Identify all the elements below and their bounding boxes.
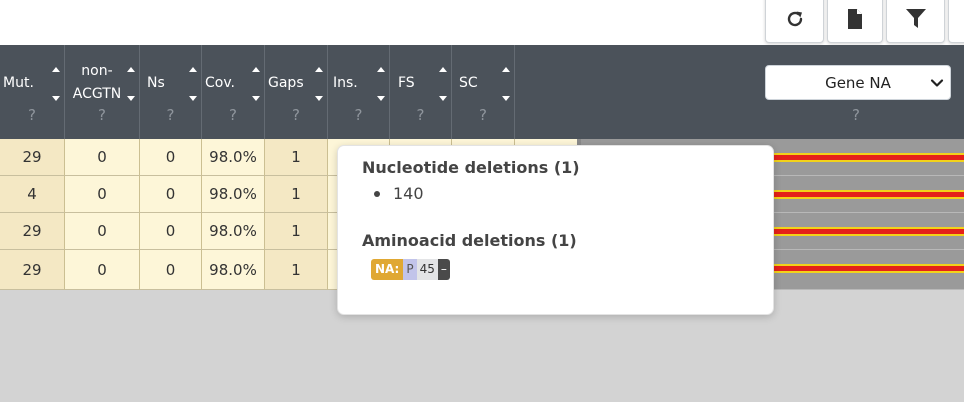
- column-label-line2: ACGTN: [72, 86, 122, 102]
- badge-position: 45: [416, 259, 438, 280]
- sort-descending-icon[interactable]: [315, 96, 323, 101]
- sort-ascending-icon[interactable]: [52, 67, 60, 72]
- deletions-popover: Nucleotide deletions (1) 140 Aminoacid d…: [337, 145, 774, 315]
- column-help[interactable]: ?: [390, 106, 451, 124]
- sort-ascending-icon[interactable]: [189, 67, 197, 72]
- sort-ascending-icon[interactable]: [315, 67, 323, 72]
- sort-descending-icon[interactable]: [127, 96, 135, 101]
- column-help[interactable]: ?: [65, 106, 139, 124]
- column-header-fs[interactable]: FS ?: [390, 45, 452, 139]
- aminoacid-deletions-title: Aminoacid deletions (1): [362, 231, 577, 250]
- sort-ascending-icon[interactable]: [439, 67, 447, 72]
- cell-mut: 29: [0, 213, 65, 250]
- sort-descending-icon[interactable]: [252, 96, 260, 101]
- cell-non-acgtn: 0: [65, 213, 140, 250]
- sort-descending-icon[interactable]: [439, 96, 447, 101]
- gene-select[interactable]: Gene NA: [765, 65, 951, 100]
- column-header-ns[interactable]: Ns ?: [140, 45, 202, 139]
- column-header-ins[interactable]: Ins. ?: [328, 45, 390, 139]
- cell-ns: 0: [140, 250, 202, 290]
- column-help[interactable]: ?: [265, 106, 327, 124]
- cell-cov: 98.0%: [202, 176, 265, 213]
- badge-ref-aa: P: [403, 259, 417, 280]
- filter-button[interactable]: [886, 0, 945, 43]
- column-header-non-acgtn[interactable]: non- ACGTN ?: [65, 45, 140, 139]
- cell-cov: 98.0%: [202, 139, 265, 176]
- aminoacid-deletion-badge: NA: P 45 –: [371, 259, 450, 280]
- sort-descending-icon[interactable]: [52, 96, 60, 101]
- column-help[interactable]: ?: [0, 106, 64, 124]
- column-header-sc[interactable]: SC ?: [452, 45, 515, 139]
- badge-gene: NA:: [371, 259, 404, 280]
- column-help[interactable]: ?: [140, 106, 201, 124]
- cell-gaps: 1: [265, 250, 328, 290]
- gene-select-value: Gene NA: [825, 73, 891, 92]
- table-header: Mut. ? non- ACGTN ? Ns ? Cov. ? Gaps ? In…: [0, 45, 964, 139]
- nucleotide-deletion-position: 140: [393, 184, 424, 203]
- cell-mut: 29: [0, 139, 65, 176]
- sort-descending-icon[interactable]: [502, 96, 510, 101]
- nucleotide-deletions-title: Nucleotide deletions (1): [362, 158, 580, 177]
- top-toolbar: [0, 0, 964, 45]
- file-icon: [848, 8, 862, 29]
- export-file-button[interactable]: [827, 0, 883, 43]
- cell-mut: 4: [0, 176, 65, 213]
- sort-ascending-icon[interactable]: [502, 67, 510, 72]
- cell-gaps: 1: [265, 139, 328, 176]
- cell-cov: 98.0%: [202, 250, 265, 290]
- sort-ascending-icon[interactable]: [252, 67, 260, 72]
- refresh-icon: [787, 11, 802, 26]
- sort-ascending-icon[interactable]: [127, 67, 135, 72]
- cell-non-acgtn: 0: [65, 250, 140, 290]
- column-header-cov[interactable]: Cov. ?: [202, 45, 265, 139]
- sort-ascending-icon[interactable]: [377, 67, 385, 72]
- cell-gaps: 1: [265, 213, 328, 250]
- cell-mut: 29: [0, 250, 65, 290]
- column-help[interactable]: ?: [202, 106, 264, 124]
- chevron-down-icon: [930, 79, 944, 87]
- more-toolbar-button[interactable]: [948, 0, 964, 43]
- cell-ns: 0: [140, 176, 202, 213]
- list-item: 140: [374, 184, 424, 203]
- bullet-icon: [374, 190, 380, 197]
- column-header-gaps[interactable]: Gaps ?: [265, 45, 328, 139]
- column-help[interactable]: ?: [452, 106, 514, 124]
- refresh-button[interactable]: [765, 0, 824, 43]
- badge-alt-aa: –: [437, 259, 450, 280]
- cell-cov: 98.0%: [202, 213, 265, 250]
- filter-icon: [905, 9, 926, 28]
- column-label-line1: non-: [81, 63, 113, 79]
- sequence-view-help[interactable]: ?: [852, 106, 860, 124]
- sort-descending-icon[interactable]: [189, 96, 197, 101]
- cell-ns: 0: [140, 139, 202, 176]
- column-help[interactable]: ?: [328, 106, 389, 124]
- cell-gaps: 1: [265, 176, 328, 213]
- sort-descending-icon[interactable]: [377, 96, 385, 101]
- cell-non-acgtn: 0: [65, 139, 140, 176]
- cell-non-acgtn: 0: [65, 176, 140, 213]
- column-header-mut[interactable]: Mut. ?: [0, 45, 65, 139]
- cell-ns: 0: [140, 213, 202, 250]
